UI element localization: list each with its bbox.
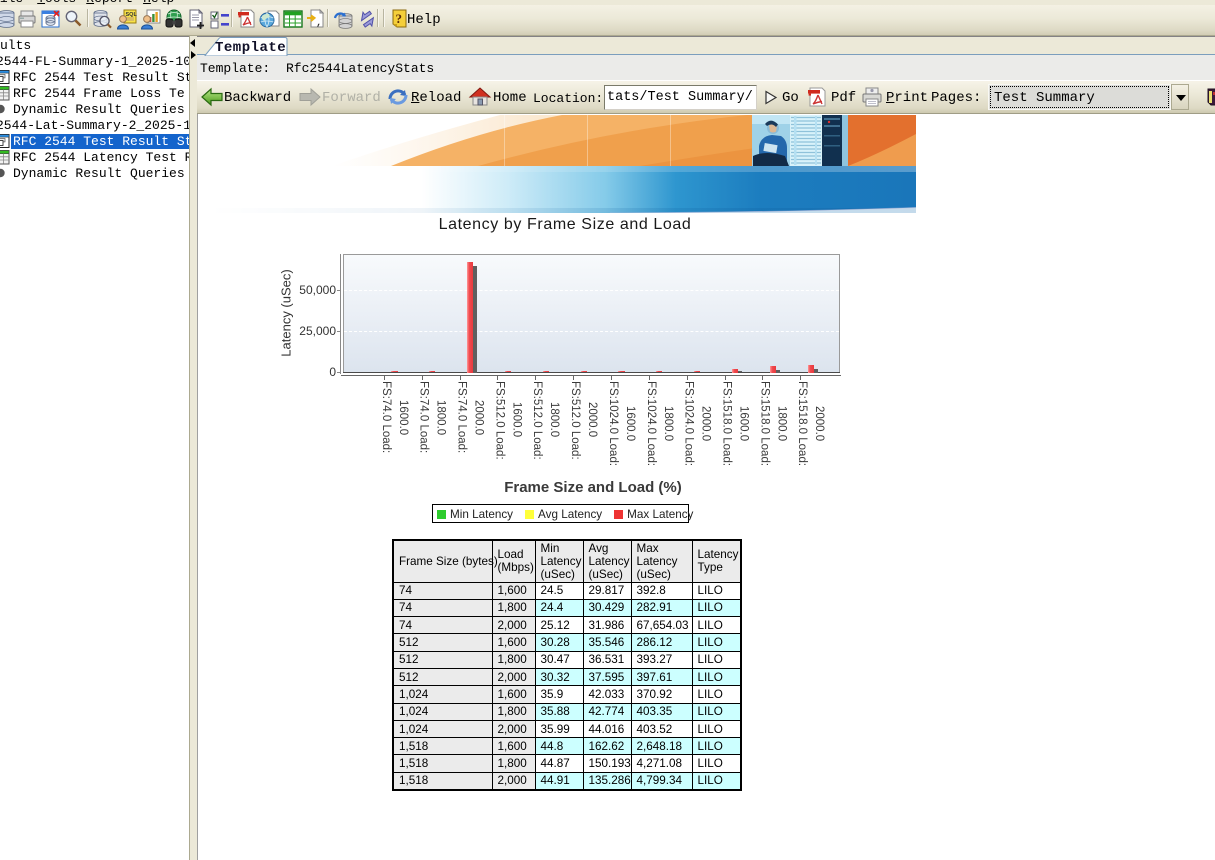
- svg-text:?: ?: [396, 11, 403, 26]
- svg-text:,: ,: [316, 18, 322, 29]
